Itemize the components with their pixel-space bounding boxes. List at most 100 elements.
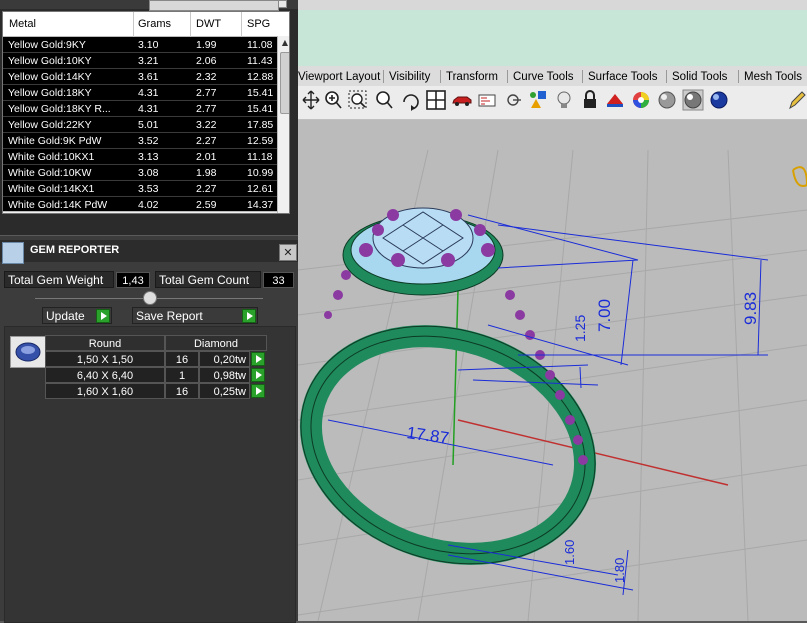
table-row[interactable]: Yellow Gold:14KY 3.61 2.32 12.88 (3, 69, 289, 85)
shapes-icon[interactable] (527, 88, 549, 112)
tab-viewport-layout[interactable]: Viewport Layout (298, 69, 380, 85)
gem-shape-header: Round (45, 335, 165, 351)
rotate-view-icon[interactable] (400, 88, 422, 112)
tab-divider (440, 70, 441, 83)
sphere-gray-icon[interactable] (656, 88, 678, 112)
metal-name: Yellow Gold:10KY (8, 55, 92, 67)
grams: 4.31 (138, 87, 159, 99)
close-icon[interactable]: ✕ (279, 244, 297, 261)
total-gem-count-label: Total Gem Count (155, 271, 261, 288)
dwt: 2.06 (196, 55, 217, 67)
tab-curve-tools[interactable]: Curve Tools (513, 69, 574, 85)
grams: 3.13 (138, 151, 159, 163)
table-row[interactable]: Yellow Gold:18KY 4.31 2.77 15.41 (3, 85, 289, 101)
gem-row-select-icon[interactable] (251, 352, 265, 366)
perspective-viewport[interactable]: 7.00 9.83 1.25 17.87 1.60 1.80 (298, 120, 807, 621)
spg: 12.61 (247, 183, 274, 195)
command-area (298, 10, 807, 67)
grams: 4.31 (138, 103, 159, 115)
render-icon[interactable] (604, 88, 626, 112)
tab-surface-tools[interactable]: Surface Tools (588, 69, 657, 85)
table-row[interactable]: Yellow Gold:9KY 3.10 1.99 11.08 (3, 37, 289, 53)
round-diamond-icon (10, 336, 46, 368)
gem-count: 1 (165, 367, 199, 383)
gem-size: 1,60 X 1,60 (45, 383, 165, 399)
metal-name: White Gold:14KX1 (8, 183, 95, 195)
header-metal[interactable]: Metal (9, 18, 36, 30)
update-run-icon[interactable] (96, 309, 110, 323)
gem-type-header: Diamond (165, 335, 267, 351)
offscreen-object (792, 166, 807, 187)
move-view-icon[interactable] (300, 88, 322, 112)
grams: 3.53 (138, 183, 159, 195)
tab-divider (507, 70, 508, 83)
metal-name: White Gold:10KX1 (8, 151, 95, 163)
ring-scene[interactable]: 7.00 9.83 1.25 17.87 1.60 1.80 (298, 120, 807, 621)
save-report-run-icon[interactable] (242, 309, 256, 323)
header-dwt[interactable]: DWT (196, 18, 221, 30)
gem-logo-icon (2, 242, 24, 264)
scroll-up-icon[interactable]: ▲ (278, 36, 289, 50)
table-row[interactable]: Yellow Gold:22KY 5.01 3.22 17.85 (3, 117, 289, 133)
spg: 11.08 (247, 39, 273, 51)
total-gem-weight-label: Total Gem Weight (4, 271, 114, 288)
properties-icon[interactable] (476, 88, 498, 112)
table-row[interactable]: White Gold:10KX1 3.13 2.01 11.18 (3, 149, 289, 165)
save-report-button[interactable]: Save Report (132, 307, 258, 324)
update-label: Update (46, 309, 85, 323)
light-bulb-icon[interactable] (553, 88, 575, 112)
lock-icon[interactable] (579, 88, 601, 112)
header-spg[interactable]: SPG (247, 18, 270, 30)
zoom-window-icon[interactable] (347, 88, 369, 112)
spg: 10.99 (247, 167, 274, 179)
table-row[interactable]: White Gold:10KW 3.08 1.98 10.99 (3, 165, 289, 181)
tab-transform[interactable]: Transform (446, 69, 498, 85)
spg: 12.59 (247, 135, 274, 147)
tab-solid-tools[interactable]: Solid Tools (672, 69, 727, 85)
toolbar-tabs: Viewport Layout Visibility Transform Cur… (298, 66, 807, 87)
car-icon[interactable] (451, 88, 473, 112)
zoom-extents-icon[interactable] (373, 88, 395, 112)
spg: 15.41 (247, 87, 274, 99)
zoom-in-icon[interactable] (322, 88, 344, 112)
save-report-label: Save Report (136, 309, 203, 323)
header-grams[interactable]: Grams (138, 18, 171, 30)
table-row[interactable]: Yellow Gold:10KY 3.21 2.06 11.43 (3, 53, 289, 69)
sphere-blue-icon[interactable] (708, 88, 730, 112)
metal-name: Yellow Gold:9KY (8, 39, 86, 51)
y-axis (452, 289, 459, 466)
table-row[interactable]: White Gold:14KX1 3.53 2.27 12.61 (3, 181, 289, 197)
gem-weight: 0,98tw (199, 367, 250, 383)
gem-search-field[interactable] (149, 0, 279, 11)
dimension-band-width-a: 1.60 (562, 540, 577, 565)
spg: 15.41 (247, 103, 274, 115)
spg: 17.85 (247, 119, 274, 131)
scroll-right-icon[interactable]: ▶ (261, 212, 275, 213)
spg: 12.88 (247, 71, 274, 83)
table-row[interactable]: White Gold:9K PdW 3.52 2.27 12.59 (3, 133, 289, 149)
gem-row-select-icon[interactable] (251, 384, 265, 398)
four-viewports-icon[interactable] (425, 88, 447, 112)
point-icon[interactable] (502, 88, 524, 112)
color-wheel-icon[interactable] (630, 88, 652, 112)
metal-weight-panel: Metal Grams DWT SPG Yellow Gold:9KY 3.10 1… (0, 0, 298, 235)
total-gem-count-value: 33 (263, 272, 294, 288)
dwt: 2.27 (196, 135, 217, 147)
scroll-left-icon[interactable]: ◀ (3, 212, 17, 213)
gem-size: 1,50 X 1,50 (45, 351, 165, 367)
horizontal-scrollbar[interactable]: ◀ ▶ (3, 211, 277, 213)
splitter-handle[interactable] (143, 291, 157, 305)
tab-visibility[interactable]: Visibility (389, 69, 430, 85)
pen-icon[interactable] (784, 88, 806, 112)
dimension-small-height: 1.25 (572, 315, 588, 342)
grams: 5.01 (138, 119, 159, 131)
dwt: 1.98 (196, 167, 217, 179)
metal-table-header: Metal Grams DWT SPG (3, 12, 289, 37)
sphere-shaded-icon[interactable] (682, 88, 704, 112)
table-row[interactable]: Yellow Gold:18KY R... 4.31 2.77 15.41 (3, 101, 289, 117)
tab-mesh-tools[interactable]: Mesh Tools (744, 69, 802, 85)
scroll-thumb[interactable] (280, 52, 289, 114)
metal-name: White Gold:10KW (8, 167, 92, 179)
vertical-scrollbar[interactable]: ▲ (277, 36, 289, 213)
gem-row-select-icon[interactable] (251, 368, 265, 382)
